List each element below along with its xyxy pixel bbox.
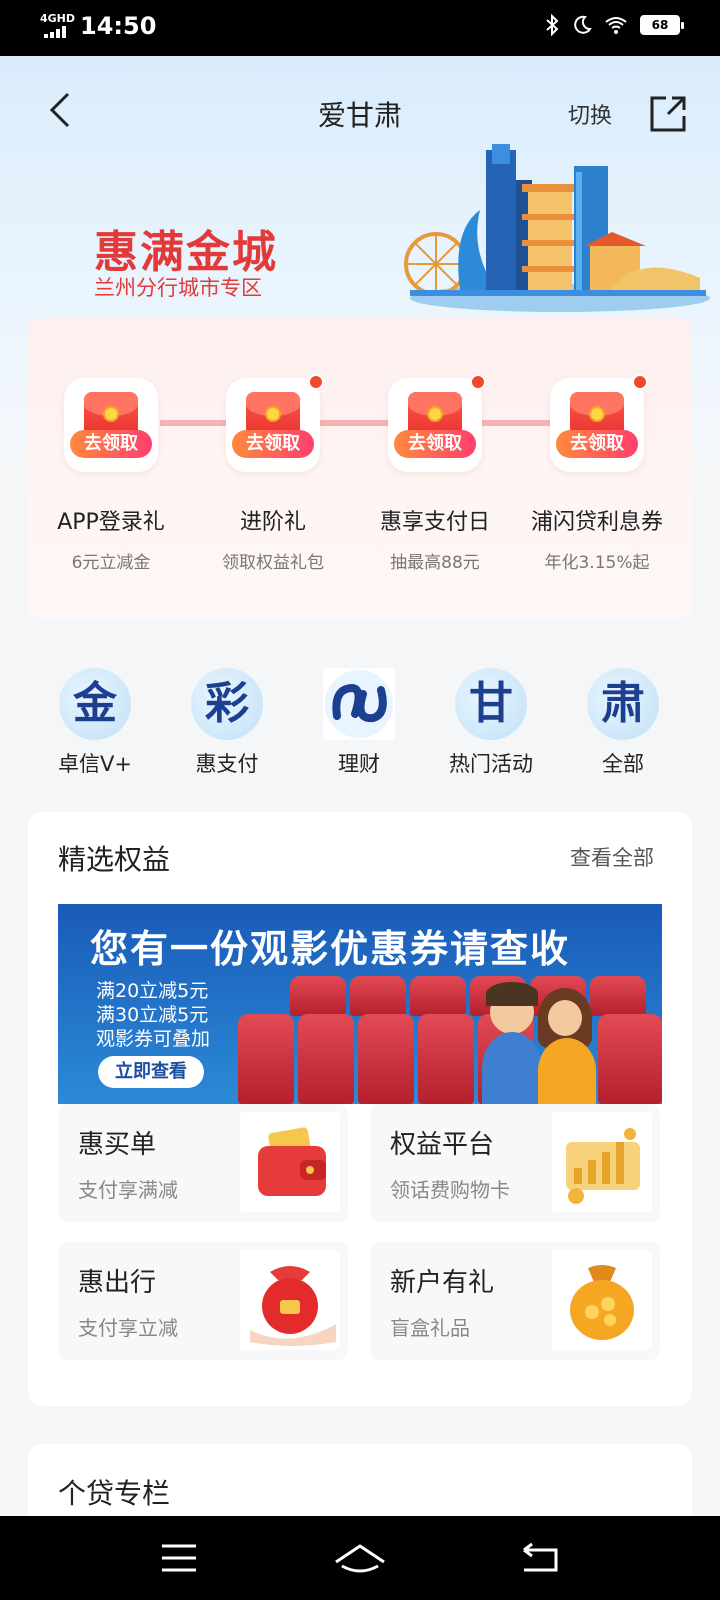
jin-glyph-icon: 金 <box>59 668 131 740</box>
status-bar: 4GHD 14:50 68 <box>0 0 720 56</box>
wifi-icon <box>605 17 627 34</box>
gift-subtitle: 年化3.15%起 <box>544 553 650 573</box>
hero-title: 惠满金城 <box>94 227 278 278</box>
gift-card-icon <box>552 1112 652 1212</box>
gift-label[interactable]: 惠享支付日 <box>350 504 520 536</box>
system-navigation-bar <box>0 1516 720 1600</box>
tile-subtitle: 盲盒礼品 <box>390 1316 470 1340</box>
gift-subtitle: 抽最高88元 <box>390 553 480 573</box>
tile-subtitle: 领话费购物卡 <box>390 1178 510 1202</box>
notification-dot <box>470 374 486 390</box>
view-all-link[interactable]: 查看全部 <box>570 842 654 872</box>
quick-entry-wealth[interactable]: 理财 <box>304 668 414 778</box>
banner-offer-line: 观影券可叠加 <box>96 1028 211 1050</box>
gift-subtitle: 领取权益礼包 <box>222 553 324 573</box>
movie-coupon-banner[interactable]: 您有一份观影优惠券请查收 满20立减5元 满30立减5元 观影券可叠加 立即查看 <box>58 904 662 1104</box>
gift-connector-line <box>160 420 560 426</box>
hero-subtitle: 兰州分行城市专区 <box>94 276 262 300</box>
quick-entry-events[interactable]: 甘 热门活动 <box>436 668 546 778</box>
view-now-button[interactable]: 立即查看 <box>98 1056 204 1088</box>
gan-glyph-icon: 甘 <box>455 668 527 740</box>
banner-headline: 您有一份观影优惠券请查收 <box>90 927 571 971</box>
gift-subtitle: 6元立减金 <box>71 553 151 573</box>
claim-badge: 去领取 <box>70 430 152 458</box>
tile-subtitle: 支付享立减 <box>78 1316 178 1340</box>
notification-dot <box>308 374 324 390</box>
banner-offer-line: 满20立减5元 <box>96 980 209 1002</box>
bluetooth-icon <box>546 14 559 36</box>
su-glyph-icon: 肃 <box>587 668 659 740</box>
tile-title: 惠出行 <box>78 1268 157 1298</box>
gift-loan-coupon-button[interactable]: 去领取 <box>550 374 648 472</box>
share-icon[interactable] <box>646 92 690 136</box>
menu-icon[interactable] <box>150 1536 210 1580</box>
quick-entry-label: 理财 <box>338 752 380 776</box>
quick-entry-zhuoxin[interactable]: 金 卓信V+ <box>40 668 150 778</box>
tile-new-user-gift[interactable]: 新户有礼 盲盒礼品 <box>370 1242 660 1360</box>
tile-huimaidan[interactable]: 惠买单 支付享满减 <box>58 1104 348 1222</box>
back-icon[interactable] <box>510 1536 570 1580</box>
section-title: 精选权益 <box>58 843 171 876</box>
quick-entry-label: 热门活动 <box>449 752 533 776</box>
banner-offer-line: 满30立减5元 <box>96 1004 209 1026</box>
gift-label[interactable]: APP登录礼 <box>26 504 196 536</box>
gift-payday-button[interactable]: 去领取 <box>388 374 486 472</box>
gift-label[interactable]: 浦闪贷利息券 <box>512 504 682 536</box>
tile-title: 权益平台 <box>390 1130 495 1160</box>
network-type: 4GHD <box>40 12 76 25</box>
moon-icon <box>574 15 592 34</box>
gift-login-button[interactable]: 去领取 <box>64 378 158 472</box>
clock: 14:50 <box>80 12 157 40</box>
tile-title: 新户有礼 <box>390 1268 495 1298</box>
signal-icon <box>44 26 72 38</box>
section-title: 个贷专栏 <box>58 1477 171 1510</box>
cai-glyph-icon: 彩 <box>191 668 263 740</box>
home-icon[interactable] <box>330 1536 390 1580</box>
tile-huichuxing[interactable]: 惠出行 支付享立减 <box>58 1242 348 1360</box>
wallet-icon <box>240 1112 340 1212</box>
quick-entry-label: 全部 <box>602 752 644 776</box>
battery-indicator: 68 <box>640 15 684 35</box>
red-pouch-icon <box>240 1250 340 1350</box>
wealth-logo-icon <box>323 668 395 740</box>
tile-benefit-platform[interactable]: 权益平台 领话费购物卡 <box>370 1104 660 1222</box>
coin-bag-icon <box>552 1250 652 1350</box>
quick-entry-all[interactable]: 肃 全部 <box>568 668 678 778</box>
gift-advanced-button[interactable]: 去领取 <box>226 374 324 472</box>
quick-entry-label: 卓信V+ <box>58 752 132 776</box>
quick-entry-huizhifu[interactable]: 彩 惠支付 <box>172 668 282 778</box>
claim-badge: 去领取 <box>394 430 476 458</box>
notification-dot <box>632 374 648 390</box>
gift-label[interactable]: 进阶礼 <box>188 504 358 536</box>
quick-entry-label: 惠支付 <box>195 752 259 776</box>
claim-badge: 去领取 <box>232 430 314 458</box>
city-skyline-illustration <box>404 144 710 312</box>
tile-subtitle: 支付享满减 <box>78 1178 178 1202</box>
claim-badge: 去领取 <box>556 430 638 458</box>
tile-title: 惠买单 <box>78 1130 157 1160</box>
switch-city-button[interactable]: 切换 <box>568 98 612 130</box>
